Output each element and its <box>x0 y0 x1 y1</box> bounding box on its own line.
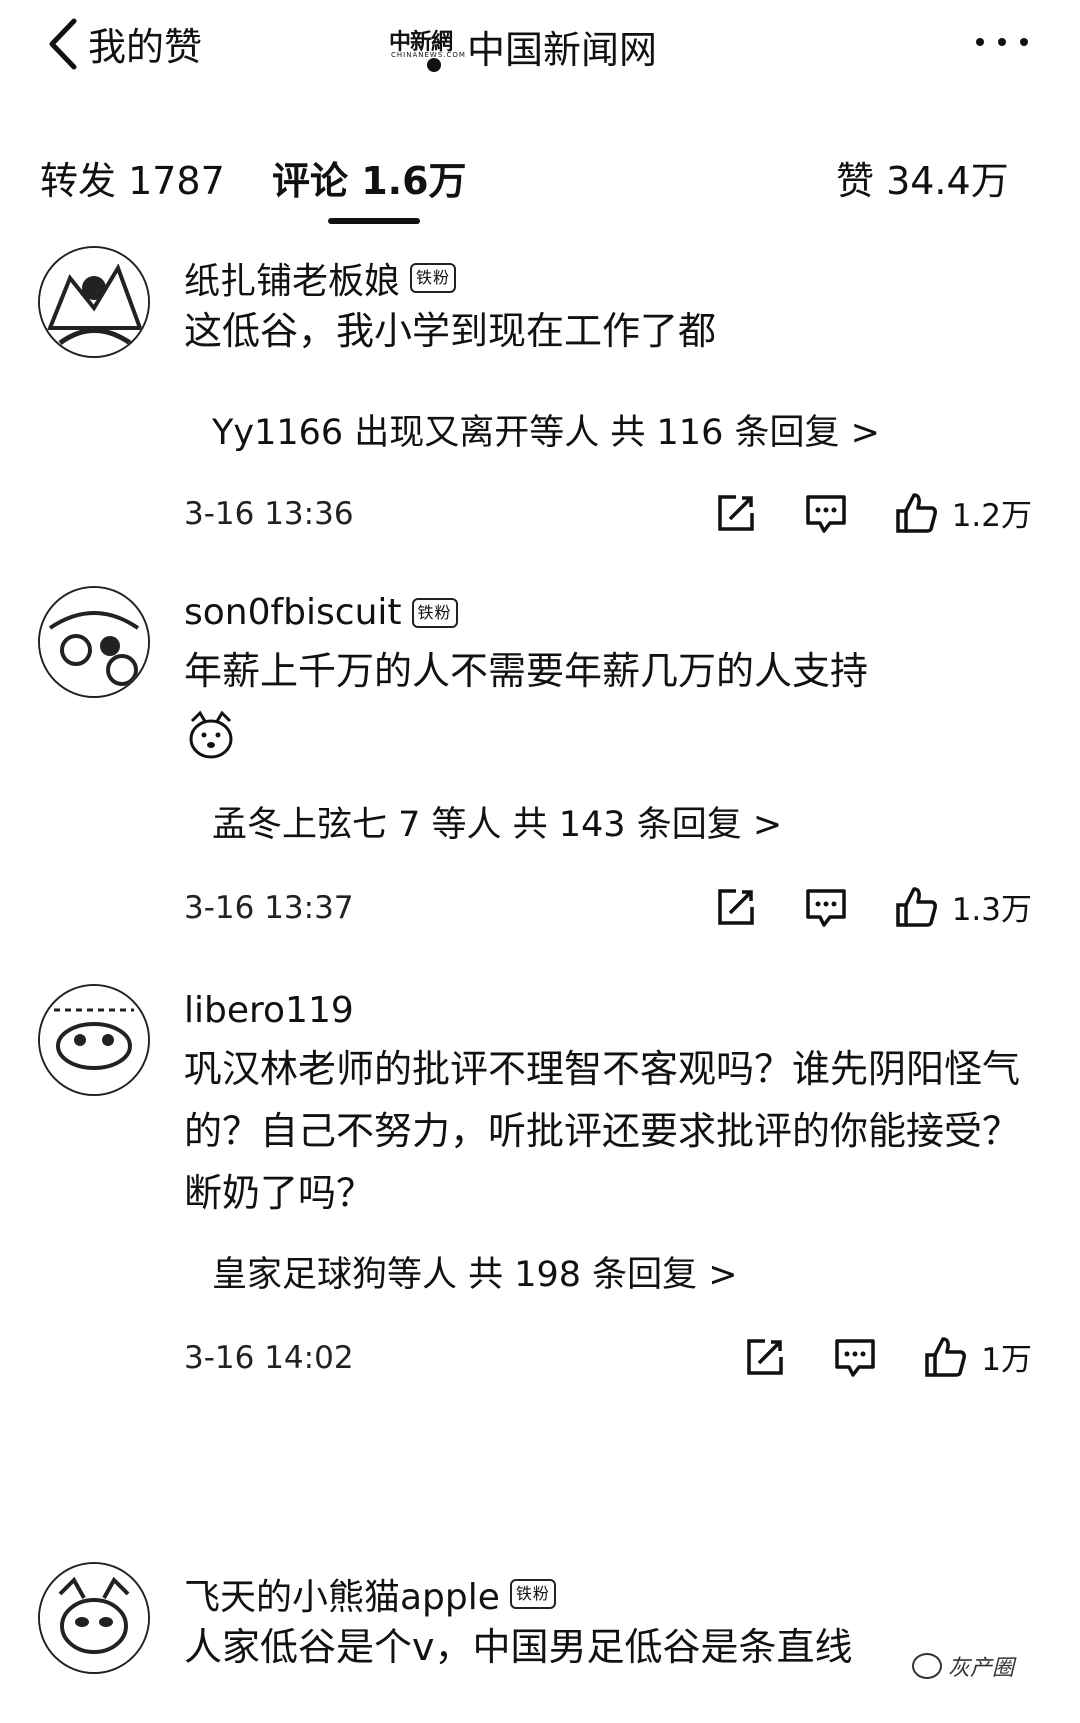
like-button[interactable]: 1.3万 <box>894 884 1032 929</box>
comment-actions: 1.3万 <box>714 884 1032 929</box>
username[interactable]: 飞天的小熊猫apple 铁粉 <box>184 1568 556 1620</box>
doge-emoji <box>189 710 233 758</box>
repost-button[interactable] <box>714 885 758 929</box>
comment-text-content: 年薪上千万的人不需要年薪几万的人支持 <box>184 649 869 693</box>
source-name: 中国新闻网 <box>467 27 658 72</box>
fan-badge: 铁粉 <box>410 263 457 293</box>
comment-text: 这低谷，我小学到现在工作了都 <box>184 309 717 353</box>
wechat-icon <box>912 1653 942 1679</box>
comment-actions: 1万 <box>743 1334 1032 1379</box>
repost-button[interactable] <box>743 1335 787 1379</box>
username[interactable]: libero119 <box>184 990 354 1031</box>
comment-bubble-icon <box>805 494 846 533</box>
source-header[interactable]: 中新網 CHINANEWS.COM 中国新闻网 <box>385 18 657 74</box>
reply-button[interactable] <box>804 491 848 535</box>
fan-badge: 铁粉 <box>411 597 458 628</box>
edit-share-icon <box>717 888 754 925</box>
watermark: 灰产圈 <box>912 1650 1014 1682</box>
verified-icon <box>427 58 441 72</box>
username-text: libero119 <box>184 990 354 1031</box>
view-replies-link[interactable]: 孟冬上弦七 7 等人 共 143 条回复 > <box>212 796 782 847</box>
edit-share-icon <box>717 494 754 531</box>
comment-time: 3-16 13:37 <box>184 890 354 926</box>
tab-comments[interactable]: 评论 1.6万 <box>272 150 467 205</box>
thumbs-up-icon <box>895 492 937 533</box>
like-button[interactable]: 1万 <box>923 1334 1032 1379</box>
comment-time: 3-16 13:36 <box>184 496 354 532</box>
username-text: 飞天的小熊猫apple <box>184 1577 500 1618</box>
like-count: 1.2万 <box>951 498 1032 534</box>
comment-actions: 1.2万 <box>714 490 1032 535</box>
comment-bubble-icon <box>835 1338 876 1377</box>
username[interactable]: 纸扎铺老板娘 铁粉 <box>184 252 457 304</box>
like-count: 1万 <box>981 1342 1032 1378</box>
view-replies-link[interactable]: 皇家足球狗等人 共 198 条回复 > <box>212 1246 738 1297</box>
avatar[interactable] <box>38 246 150 358</box>
avatar[interactable] <box>38 1562 150 1674</box>
username-text: 纸扎铺老板娘 <box>184 261 401 302</box>
comment-bubble-icon <box>805 888 846 927</box>
watermark-text: 灰产圈 <box>948 1656 1015 1681</box>
more-dots-icon[interactable] <box>976 38 1028 46</box>
username-text: son0fbiscuit <box>184 592 402 633</box>
avatar[interactable] <box>38 984 150 1096</box>
thumbs-up-icon <box>925 1336 967 1377</box>
comment-text: 巩汉林老师的批评不理智不客观吗？谁先阴阳怪气的？自己不努力，听批评还要求批评的你… <box>184 1047 1021 1215</box>
reply-button[interactable] <box>804 885 848 929</box>
comment-time: 3-16 14:02 <box>184 1340 354 1376</box>
like-count: 1.3万 <box>951 892 1032 928</box>
comment-text: 人家低谷是个v，中国男足低谷是条直线 <box>184 1625 853 1669</box>
tab-repost[interactable]: 转发 1787 <box>40 150 225 205</box>
logo-subtext: CHINANEWS.COM <box>391 51 466 59</box>
comment-text: 年薪上千万的人不需要年薪几万的人支持 <box>184 640 1034 764</box>
back-button[interactable]: 我的赞 <box>46 16 202 71</box>
thumbs-up-icon <box>895 886 937 927</box>
edit-share-icon <box>747 1338 784 1375</box>
chevron-left-icon <box>49 18 77 69</box>
username[interactable]: son0fbiscuit 铁粉 <box>184 592 458 633</box>
fan-badge: 铁粉 <box>509 1579 556 1609</box>
like-button[interactable]: 1.2万 <box>894 490 1032 535</box>
tab-likes[interactable]: 赞 34.4万 <box>836 150 1009 205</box>
top-bar: 我的赞 中新網 CHINANEWS.COM 中国新闻网 <box>0 0 1080 100</box>
avatar[interactable] <box>38 586 150 698</box>
tab-bar: 转发 1787 评论 1.6万 赞 34.4万 <box>0 130 1080 224</box>
reply-button[interactable] <box>833 1335 877 1379</box>
repost-button[interactable] <box>714 491 758 535</box>
view-replies-link[interactable]: Yy1166 出现又离开等人 共 116 条回复 > <box>212 404 880 455</box>
source-logo: 中新網 CHINANEWS.COM <box>385 18 465 74</box>
active-tab-indicator <box>328 218 420 224</box>
back-label: 我的赞 <box>88 25 203 69</box>
